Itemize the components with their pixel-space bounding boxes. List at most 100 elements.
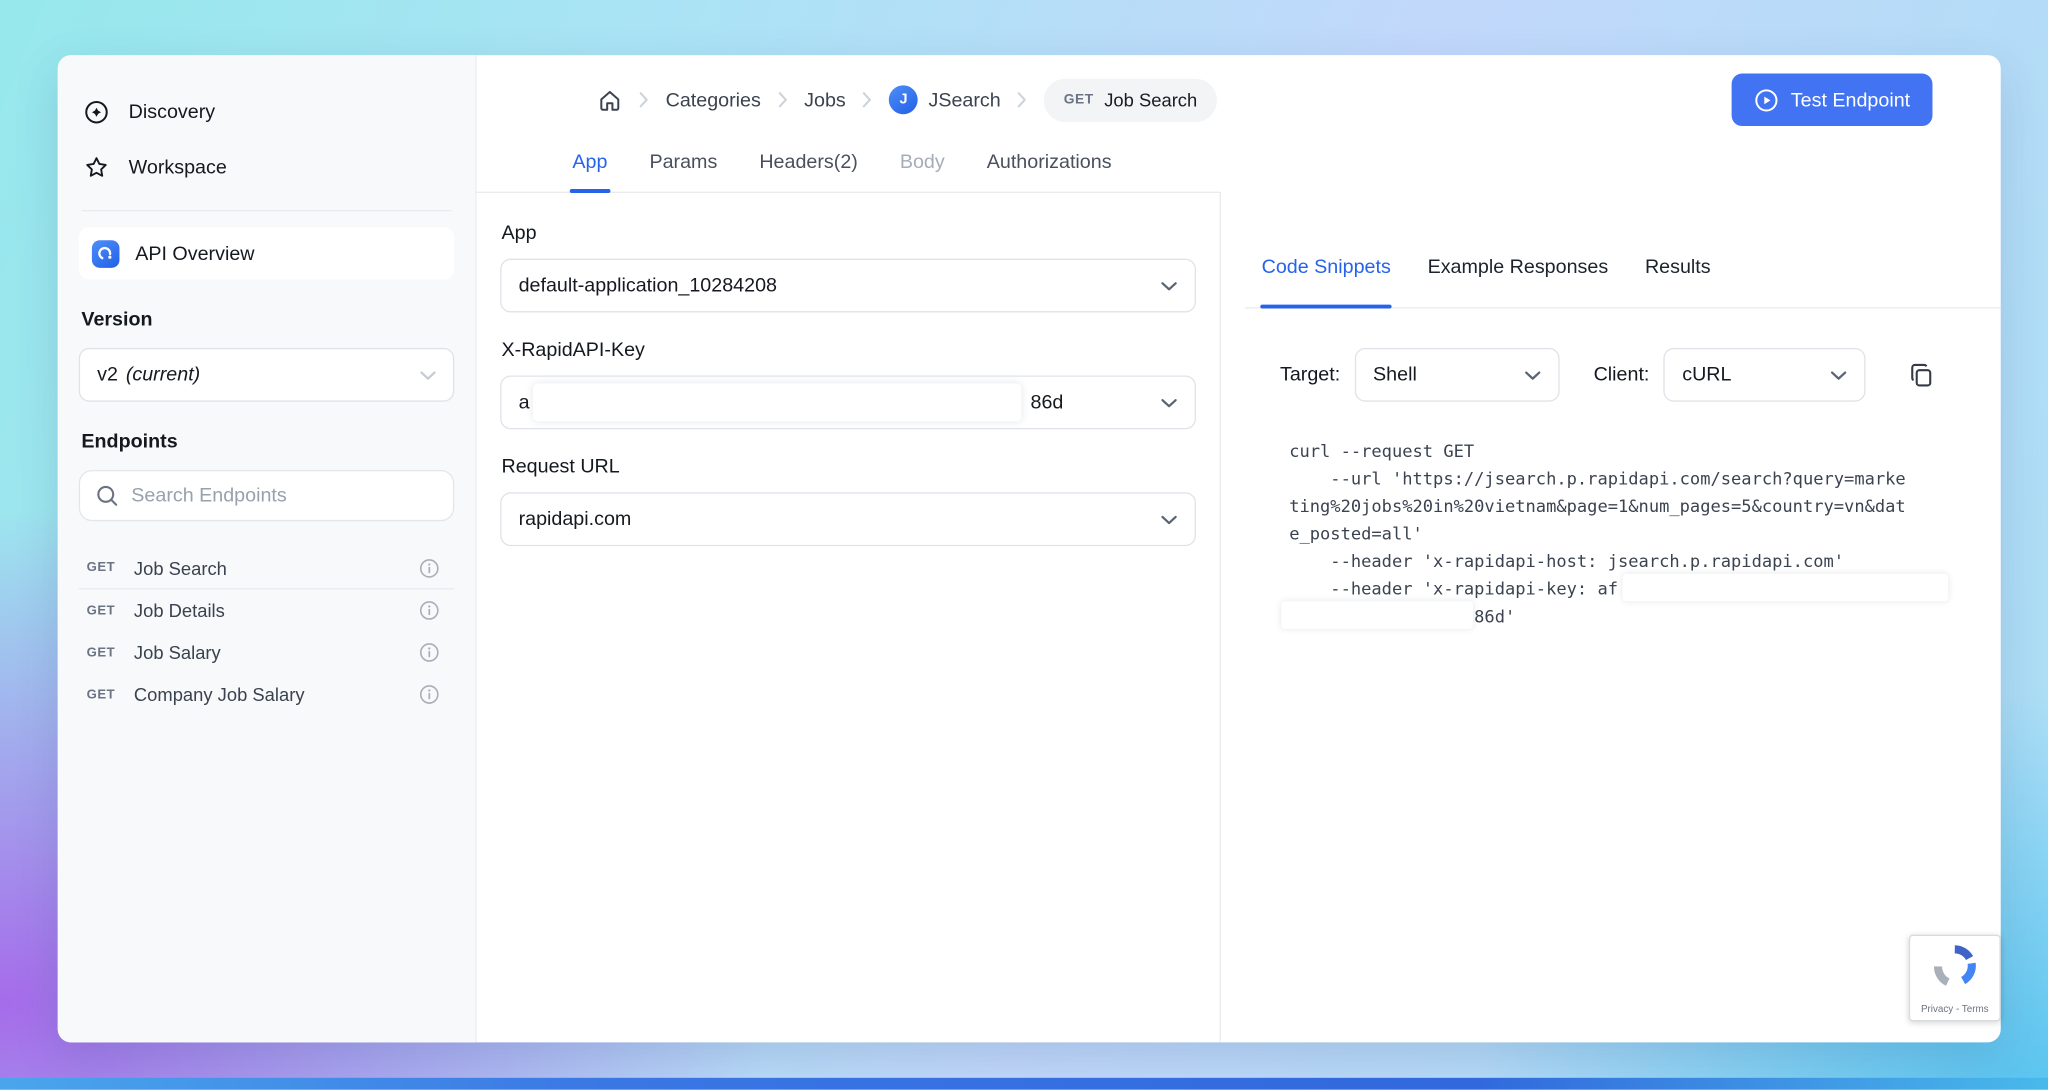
star-icon <box>84 154 109 179</box>
breadcrumb-jsearch-label: JSearch <box>928 89 1000 111</box>
breadcrumb-jsearch[interactable]: J JSearch <box>889 85 1001 114</box>
app-field: App default-application_10284208 <box>500 222 1196 313</box>
content-area: App default-application_10284208 X-Rapid… <box>477 193 2001 1042</box>
method-badge: GET <box>87 687 134 701</box>
chevron-down-icon <box>1831 371 1848 382</box>
recaptcha-badge[interactable]: Privacy - Terms <box>1909 935 2001 1022</box>
search-endpoints-input[interactable] <box>131 484 437 506</box>
app-select[interactable]: default-application_10284208 <box>500 259 1196 313</box>
home-icon[interactable] <box>597 87 622 112</box>
api-key-field: X-RapidAPI-Key a 86d <box>500 339 1196 430</box>
redacted-key-blur <box>1281 601 1473 629</box>
copy-icon[interactable] <box>1908 360 1937 389</box>
request-url-field-label: Request URL <box>501 456 1195 478</box>
chevron-right-icon <box>1018 92 1027 108</box>
endpoint-label: Job Details <box>134 600 225 621</box>
tab-headers[interactable]: Headers(2) <box>759 151 858 192</box>
endpoint-list: GET Job Search GET Job Details <box>79 547 454 715</box>
info-icon[interactable] <box>419 684 440 705</box>
chevron-down-icon <box>1161 515 1178 526</box>
client-value: cURL <box>1682 364 1731 386</box>
method-badge: GET <box>1064 92 1094 108</box>
api-overview-label: API Overview <box>135 242 254 264</box>
chevron-right-icon <box>639 92 648 108</box>
breadcrumb-current-endpoint[interactable]: GET Job Search <box>1044 78 1217 121</box>
sidebar-item-label: Workspace <box>129 156 227 178</box>
test-endpoint-button[interactable]: Test Endpoint <box>1732 74 1933 127</box>
request-form: App default-application_10284208 X-Rapid… <box>477 193 1221 1042</box>
version-value: v2 <box>97 364 118 386</box>
endpoint-row-job-search[interactable]: GET Job Search <box>79 547 454 589</box>
code-panel-tabs: Code Snippets Example Responses Results <box>1245 193 2001 309</box>
chevron-down-icon <box>1161 281 1178 292</box>
code-line: curl --request GET <box>1289 438 1952 466</box>
discovery-icon <box>84 99 109 124</box>
api-key-select[interactable]: a 86d <box>500 375 1196 429</box>
tab-app[interactable]: App <box>572 151 607 192</box>
tab-body[interactable]: Body <box>900 151 945 192</box>
method-badge: GET <box>87 645 134 659</box>
main-panel: Categories Jobs J JSearch <box>477 55 2001 1042</box>
endpoint-search <box>79 470 454 521</box>
endpoints-heading: Endpoints <box>81 431 451 453</box>
chevron-down-icon <box>1161 398 1178 409</box>
code-line: --url 'https://jsearch.p.rapidapi.com/se… <box>1289 466 1952 494</box>
endpoint-tabs: App Params Headers(2) Body Authorization… <box>477 134 1221 193</box>
tab-code-snippets[interactable]: Code Snippets <box>1262 256 1391 307</box>
breadcrumb-jobs[interactable]: Jobs <box>804 89 846 111</box>
tab-authorizations[interactable]: Authorizations <box>987 151 1112 192</box>
request-url-value: rapidapi.com <box>519 508 632 530</box>
test-endpoint-label: Test Endpoint <box>1791 89 1910 111</box>
request-url-field: Request URL rapidapi.com <box>500 456 1196 547</box>
api-key-value-suffix: 86d <box>1031 391 1064 413</box>
target-select[interactable]: Shell <box>1355 348 1560 402</box>
endpoint-label: Company Job Salary <box>134 684 305 705</box>
client-label: Client: <box>1594 364 1650 386</box>
endpoint-label: Job Search <box>134 557 227 578</box>
api-key-field-label: X-RapidAPI-Key <box>501 339 1195 361</box>
recaptcha-privacy-terms[interactable]: Privacy - Terms <box>1921 1003 1989 1015</box>
method-badge: GET <box>87 603 134 617</box>
app-background: Discovery Workspace API Over <box>0 0 2048 1090</box>
sidebar-item-api-overview[interactable]: API Overview <box>79 227 454 280</box>
chevron-right-icon <box>778 92 787 108</box>
code-snippet[interactable]: curl --request GET --url 'https://jsearc… <box>1289 438 1952 631</box>
tab-example-responses[interactable]: Example Responses <box>1428 256 1609 307</box>
method-badge: GET <box>87 561 134 575</box>
recaptcha-logo-icon <box>1931 943 1978 990</box>
version-suffix: (current) <box>126 364 200 386</box>
sidebar-divider <box>81 210 451 211</box>
sidebar-item-discovery[interactable]: Discovery <box>79 84 454 139</box>
target-label: Target: <box>1280 364 1340 386</box>
app-card: Discovery Workspace API Over <box>58 55 2001 1042</box>
current-endpoint-label: Job Search <box>1104 89 1197 110</box>
info-icon[interactable] <box>419 600 440 621</box>
chevron-down-icon <box>1524 371 1541 382</box>
endpoint-row-job-salary[interactable]: GET Job Salary <box>79 631 454 673</box>
rapidapi-logo-icon <box>92 240 120 268</box>
code-line: --header 'x-rapidapi-host: jsearch.p.rap… <box>1289 549 1952 577</box>
endpoint-label: Job Salary <box>134 642 221 663</box>
target-value: Shell <box>1373 364 1417 386</box>
app-select-value: default-application_10284208 <box>519 274 777 296</box>
jsearch-api-icon: J <box>889 85 918 114</box>
client-select[interactable]: cURL <box>1664 348 1866 402</box>
breadcrumb: Categories Jobs J JSearch <box>597 78 1217 121</box>
version-select[interactable]: v2 (current) <box>79 348 454 402</box>
play-circle-icon <box>1754 87 1779 112</box>
request-url-select[interactable]: rapidapi.com <box>500 492 1196 546</box>
breadcrumb-categories[interactable]: Categories <box>666 89 761 111</box>
info-icon[interactable] <box>419 557 440 578</box>
main-header: Categories Jobs J JSearch <box>477 55 2001 134</box>
endpoint-row-company-job-salary[interactable]: GET Company Job Salary <box>79 673 454 715</box>
sidebar-item-workspace[interactable]: Workspace <box>79 139 454 194</box>
tab-params[interactable]: Params <box>649 151 717 192</box>
info-icon[interactable] <box>419 642 440 663</box>
chevron-right-icon <box>863 92 872 108</box>
endpoint-row-job-details[interactable]: GET Job Details <box>79 589 454 631</box>
tab-results[interactable]: Results <box>1645 256 1711 307</box>
code-line: e_posted=all' <box>1289 521 1952 549</box>
snippet-options-row: Target: Shell Client: cURL <box>1280 348 1936 402</box>
version-heading: Version <box>81 309 451 331</box>
sidebar-item-label: Discovery <box>129 100 215 122</box>
